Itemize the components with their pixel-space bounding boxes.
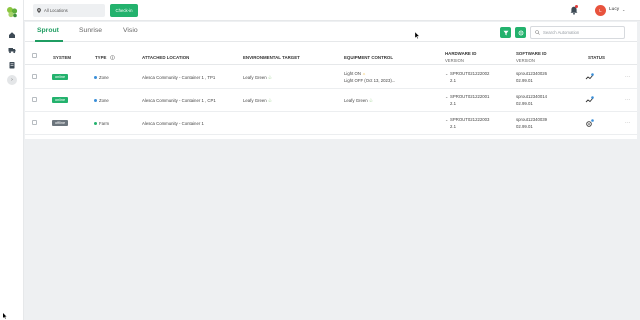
location-cell: Alesca Community - Container 1 , TP1 [142, 74, 216, 80]
automation-panel: Sprout Sunrise Visio SYSTEM TYPE [25, 22, 637, 139]
column-environmental-target[interactable]: ENVIRONMENTAL TARGET [243, 55, 300, 60]
pin-icon [37, 8, 41, 13]
equipment-line: Leafy Green ♧ [344, 98, 373, 104]
select-all-checkbox[interactable] [32, 53, 37, 58]
type-dot [94, 75, 97, 79]
hardware-version: 2.1 [450, 124, 456, 129]
status-icon[interactable] [585, 119, 594, 128]
sun-icon: ☼ [362, 71, 367, 76]
column-software-id[interactable]: SOFTWARE ID [516, 51, 547, 56]
location-select[interactable]: All Locations [33, 4, 105, 17]
info-icon[interactable] [110, 54, 115, 60]
location-cell: Alesca Community - Container 1 , CP1 [142, 97, 216, 103]
truck-icon[interactable] [8, 46, 16, 54]
status-icon[interactable] [585, 96, 594, 105]
chevron-down-icon[interactable]: ⌄ [445, 71, 448, 76]
status-badge: offline [52, 120, 69, 126]
location-cell: Alesca Community - Container 1 [142, 120, 204, 126]
table-row[interactable]: offline Farm Alesca Community - Containe… [25, 112, 637, 135]
more-icon[interactable]: ··· [625, 120, 631, 126]
software-id: sprout12340014 [516, 94, 548, 99]
notification-dot [575, 5, 578, 8]
filter-button[interactable] [500, 27, 511, 38]
status-badge: online [52, 97, 69, 103]
location-select-text: All Locations [44, 8, 68, 13]
target-label: Leafy Green [243, 97, 267, 103]
type-dot [94, 98, 97, 102]
software-version: 02.99.01 [516, 101, 533, 106]
column-hardware-version: VERSION [445, 58, 464, 63]
target-cell: Leafy Green ♧ [243, 75, 272, 81]
column-equipment-control[interactable]: EQUIPMENT CONTROL [344, 55, 393, 60]
refresh-icon [518, 30, 523, 35]
column-status[interactable]: STATUS [588, 55, 605, 60]
equipment-label: Leafy Green [344, 97, 368, 103]
equipment-line: Light ON ☼ [344, 71, 366, 76]
row-checkbox[interactable] [32, 74, 37, 79]
more-icon[interactable]: ··· [625, 97, 631, 103]
hardware-id: SPROUT021222002 [450, 71, 490, 76]
table-row[interactable]: online Zone Alesca Community - Container… [25, 66, 637, 89]
column-attached-location[interactable]: ATTACHED LOCATION [142, 55, 189, 60]
row-checkbox[interactable] [32, 120, 37, 125]
hardware-version: 2.1 [450, 78, 456, 83]
chevron-down-icon[interactable]: ⌄ [445, 117, 448, 122]
sidebar: › [0, 0, 24, 320]
home-icon[interactable] [8, 31, 16, 39]
type-dot [94, 121, 97, 125]
software-version: 02.99.01 [516, 78, 533, 83]
table-header: SYSTEM TYPE ATTACHED LOCATION ENVIRONMEN… [25, 47, 637, 65]
active-tab-indicator [35, 40, 63, 42]
user-name[interactable]: Lucy [609, 7, 619, 12]
hardware-id: SPROUT021222003 [450, 117, 490, 122]
column-software-version: VERSION [516, 58, 535, 63]
chevron-down-icon[interactable]: ⌄ [445, 94, 448, 99]
tab-sprout[interactable]: Sprout [37, 27, 59, 34]
cursor-icon [415, 32, 420, 39]
chevron-down-icon[interactable]: ⌄ [622, 7, 625, 12]
software-id: sprout12340039 [516, 117, 548, 122]
chevron-right-icon[interactable]: › [7, 75, 17, 85]
hardware-version: 2.1 [450, 101, 456, 106]
leaf-icon: ♧ [368, 97, 373, 103]
equipment-label: Light ON [344, 71, 361, 76]
hardware-id: SPROUT021222001 [450, 94, 490, 99]
filter-icon [503, 30, 508, 35]
check-in-button[interactable]: Check-in [110, 4, 138, 17]
column-system[interactable]: SYSTEM [53, 55, 71, 60]
refresh-button[interactable] [515, 27, 526, 38]
status-badge: online [52, 74, 69, 80]
leaf-logo-icon[interactable] [5, 5, 19, 19]
search-icon [535, 30, 540, 35]
search-input[interactable] [543, 30, 623, 35]
tab-visio[interactable]: Visio [123, 27, 138, 34]
column-hardware-id[interactable]: HARDWARE ID [445, 51, 476, 56]
type-label: Zone [99, 74, 109, 80]
cursor-icon [3, 313, 7, 319]
tab-sunrise[interactable]: Sunrise [79, 27, 102, 34]
avatar[interactable]: L [595, 5, 606, 16]
leaf-icon: ♧ [267, 74, 272, 80]
top-bar: All Locations Check-in L Lucy ⌄ [24, 0, 640, 21]
clipboard-icon[interactable] [8, 61, 16, 69]
tab-bar: Sprout Sunrise Visio [25, 22, 637, 42]
equipment-line-2: Light OFF (Oct 13, 2023)... [344, 78, 396, 83]
target-cell: Leafy Green ♧ [243, 98, 272, 104]
row-checkbox[interactable] [32, 97, 37, 102]
target-label: Leafy Green [243, 74, 267, 80]
column-type[interactable]: TYPE [95, 55, 106, 60]
type-label: Farm [99, 120, 110, 126]
software-id: sprout12340026 [516, 71, 548, 76]
more-icon[interactable]: ··· [625, 74, 631, 80]
type-label: Zone [99, 97, 109, 103]
search-box[interactable] [530, 26, 625, 39]
status-icon[interactable] [585, 73, 594, 82]
software-version: 02.99.01 [516, 124, 533, 129]
table-row[interactable]: online Zone Alesca Community - Container… [25, 89, 637, 112]
leaf-icon: ♧ [267, 97, 272, 103]
